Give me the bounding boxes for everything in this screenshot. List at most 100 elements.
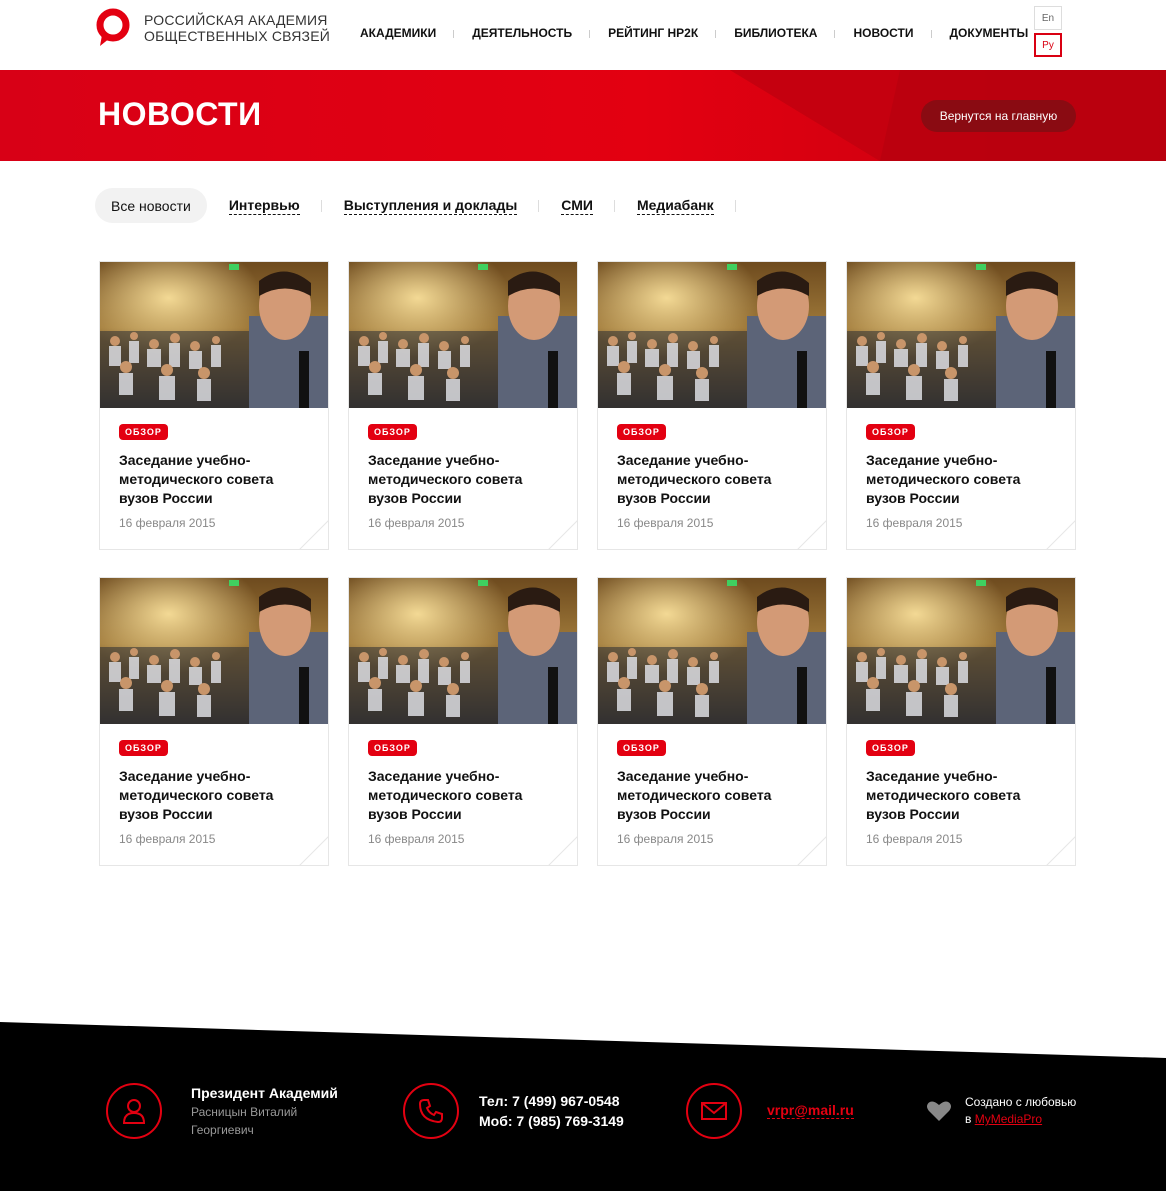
news-card-tag: ОБЗОР	[368, 424, 417, 440]
card-corner-fold	[797, 520, 826, 549]
news-card[interactable]: ОБЗОР Заседание учебно-методического сов…	[597, 261, 827, 550]
back-to-home-button[interactable]: Вернутся на главную	[921, 100, 1076, 132]
footer-president-name-2: Георгиевич	[191, 1123, 254, 1137]
news-card[interactable]: ОБЗОР Заседание учебно-методического сов…	[99, 577, 329, 866]
news-card-image	[100, 578, 328, 724]
news-card-image	[847, 262, 1075, 408]
footer-president-name-1: Расницын Виталий	[191, 1105, 298, 1119]
news-card-body: ОБЗОР Заседание учебно-методического сов…	[349, 724, 577, 846]
news-card-body: ОБЗОР Заседание учебно-методического сов…	[847, 408, 1075, 530]
news-filters: Все новости Интервью Выступления и докла…	[95, 188, 758, 223]
news-card-title[interactable]: Заседание учебно-методического совета ву…	[119, 767, 289, 824]
news-card-body: ОБЗОР Заседание учебно-методического сов…	[598, 724, 826, 846]
news-card-body: ОБЗОР Заседание учебно-методического сов…	[100, 408, 328, 530]
site-footer: Президент Академий Расницын Виталий Геор…	[0, 1022, 1166, 1191]
logo-text: Российская академия общественных связей	[144, 12, 330, 44]
nav-item-documents[interactable]: Документы	[932, 26, 1047, 40]
news-card-title[interactable]: Заседание учебно-методического совета ву…	[368, 451, 538, 508]
news-card-tag: ОБЗОР	[368, 740, 417, 756]
news-card-body: ОБЗОР Заседание учебно-методического сов…	[349, 408, 577, 530]
news-card[interactable]: ОБЗОР Заседание учебно-методического сов…	[846, 261, 1076, 550]
news-card-body: ОБЗОР Заседание учебно-методического сов…	[598, 408, 826, 530]
news-card-tag: ОБЗОР	[866, 424, 915, 440]
news-card-date: 16 февраля 2015	[866, 832, 963, 846]
site-logo[interactable]: Российская академия общественных связей	[96, 8, 330, 48]
news-card-image	[349, 262, 577, 408]
news-card-date: 16 февраля 2015	[368, 832, 465, 846]
footer-mobile[interactable]: Моб: 7 (985) 769-3149	[479, 1111, 624, 1131]
news-card-title[interactable]: Заседание учебно-методического совета ву…	[617, 767, 787, 824]
news-card-date: 16 февраля 2015	[617, 832, 714, 846]
footer-president-title: Президент Академий	[191, 1085, 338, 1101]
news-card-date: 16 февраля 2015	[119, 516, 216, 530]
news-card-title[interactable]: Заседание учебно-методического совета ву…	[866, 767, 1036, 824]
card-corner-fold	[548, 836, 577, 865]
footer-email-link[interactable]: vrpr@mail.ru	[767, 1102, 854, 1119]
news-card-tag: ОБЗОР	[119, 424, 168, 440]
news-card-date: 16 февраля 2015	[617, 516, 714, 530]
card-corner-fold	[299, 836, 328, 865]
news-card-tag: ОБЗОР	[866, 740, 915, 756]
filter-mediabank[interactable]: Медиабанк	[636, 197, 736, 215]
filter-all-news[interactable]: Все новости	[95, 188, 207, 223]
lang-en-button[interactable]: En	[1034, 6, 1062, 30]
card-corner-fold	[548, 520, 577, 549]
footer-phones: Тел: 7 (499) 967-0548 Моб: 7 (985) 769-3…	[403, 1083, 624, 1139]
news-card-image	[598, 578, 826, 724]
nav-item-activity[interactable]: Деятельность	[454, 26, 591, 40]
footer-phone[interactable]: Тел: 7 (499) 967-0548	[479, 1091, 624, 1111]
footer-president: Президент Академий Расницын Виталий Геор…	[106, 1083, 338, 1139]
news-card-title[interactable]: Заседание учебно-методического совета ву…	[119, 451, 289, 508]
filter-interview[interactable]: Интервью	[228, 197, 322, 215]
news-card-date: 16 февраля 2015	[866, 516, 963, 530]
news-card-image	[349, 578, 577, 724]
footer-credit-line: Создано с любовью	[965, 1095, 1077, 1109]
news-card-body: ОБЗОР Заседание учебно-методического сов…	[100, 724, 328, 846]
news-card-image	[598, 262, 826, 408]
page-title: НОВОСТИ	[98, 96, 262, 132]
nav-item-news[interactable]: Новости	[835, 26, 932, 40]
filter-media[interactable]: СМИ	[561, 197, 615, 215]
nav-item-rating[interactable]: Рейтинг НР2К	[590, 26, 717, 40]
nav-item-academics[interactable]: Академики	[342, 26, 455, 40]
nav-item-library[interactable]: Библиотека	[716, 26, 836, 40]
news-card-title[interactable]: Заседание учебно-методического совета ву…	[368, 767, 538, 824]
card-corner-fold	[797, 836, 826, 865]
mail-icon	[686, 1083, 742, 1139]
filter-speeches[interactable]: Выступления и доклады	[343, 197, 539, 215]
site-header: Российская академия общественных связей …	[0, 0, 1166, 70]
card-corner-fold	[1046, 836, 1075, 865]
language-switcher: En Ру	[1034, 6, 1062, 57]
news-card-body: ОБЗОР Заседание учебно-методического сов…	[847, 724, 1075, 846]
card-corner-fold	[299, 520, 328, 549]
lang-ru-button[interactable]: Ру	[1034, 33, 1062, 57]
news-card[interactable]: ОБЗОР Заседание учебно-методического сов…	[348, 577, 578, 866]
news-card-title[interactable]: Заседание учебно-методического совета ву…	[866, 451, 1036, 508]
news-card[interactable]: ОБЗОР Заседание учебно-методического сов…	[348, 261, 578, 550]
page-banner: НОВОСТИ Вернутся на главную	[0, 70, 1166, 161]
footer-credit-link[interactable]: MyMediaPro	[975, 1112, 1042, 1126]
news-card-date: 16 февраля 2015	[119, 832, 216, 846]
news-card-tag: ОБЗОР	[617, 740, 666, 756]
news-card-image	[100, 262, 328, 408]
footer-credit: Создано с любовью в MyMediaPro	[926, 1094, 1076, 1128]
card-corner-fold	[1046, 520, 1075, 549]
news-card[interactable]: ОБЗОР Заседание учебно-методического сов…	[846, 577, 1076, 866]
news-grid: ОБЗОР Заседание учебно-методического сов…	[99, 261, 1076, 866]
logo-line-1: Российская академия	[144, 12, 328, 28]
footer-credit-prefix: в	[965, 1112, 972, 1126]
user-icon	[106, 1083, 162, 1139]
news-card[interactable]: ОБЗОР Заседание учебно-методического сов…	[99, 261, 329, 550]
phone-icon	[403, 1083, 459, 1139]
news-card-date: 16 февраля 2015	[368, 516, 465, 530]
news-card[interactable]: ОБЗОР Заседание учебно-методического сов…	[597, 577, 827, 866]
main-nav: Академики Деятельность Рейтинг НР2К Библ…	[342, 26, 1046, 40]
logo-mark-icon	[96, 8, 132, 48]
news-card-tag: ОБЗОР	[617, 424, 666, 440]
logo-line-2: общественных связей	[144, 28, 331, 44]
heart-icon	[927, 1101, 951, 1121]
news-card-image	[847, 578, 1075, 724]
footer-email-block: vrpr@mail.ru	[686, 1083, 854, 1139]
news-card-title[interactable]: Заседание учебно-методического совета ву…	[617, 451, 787, 508]
news-card-tag: ОБЗОР	[119, 740, 168, 756]
